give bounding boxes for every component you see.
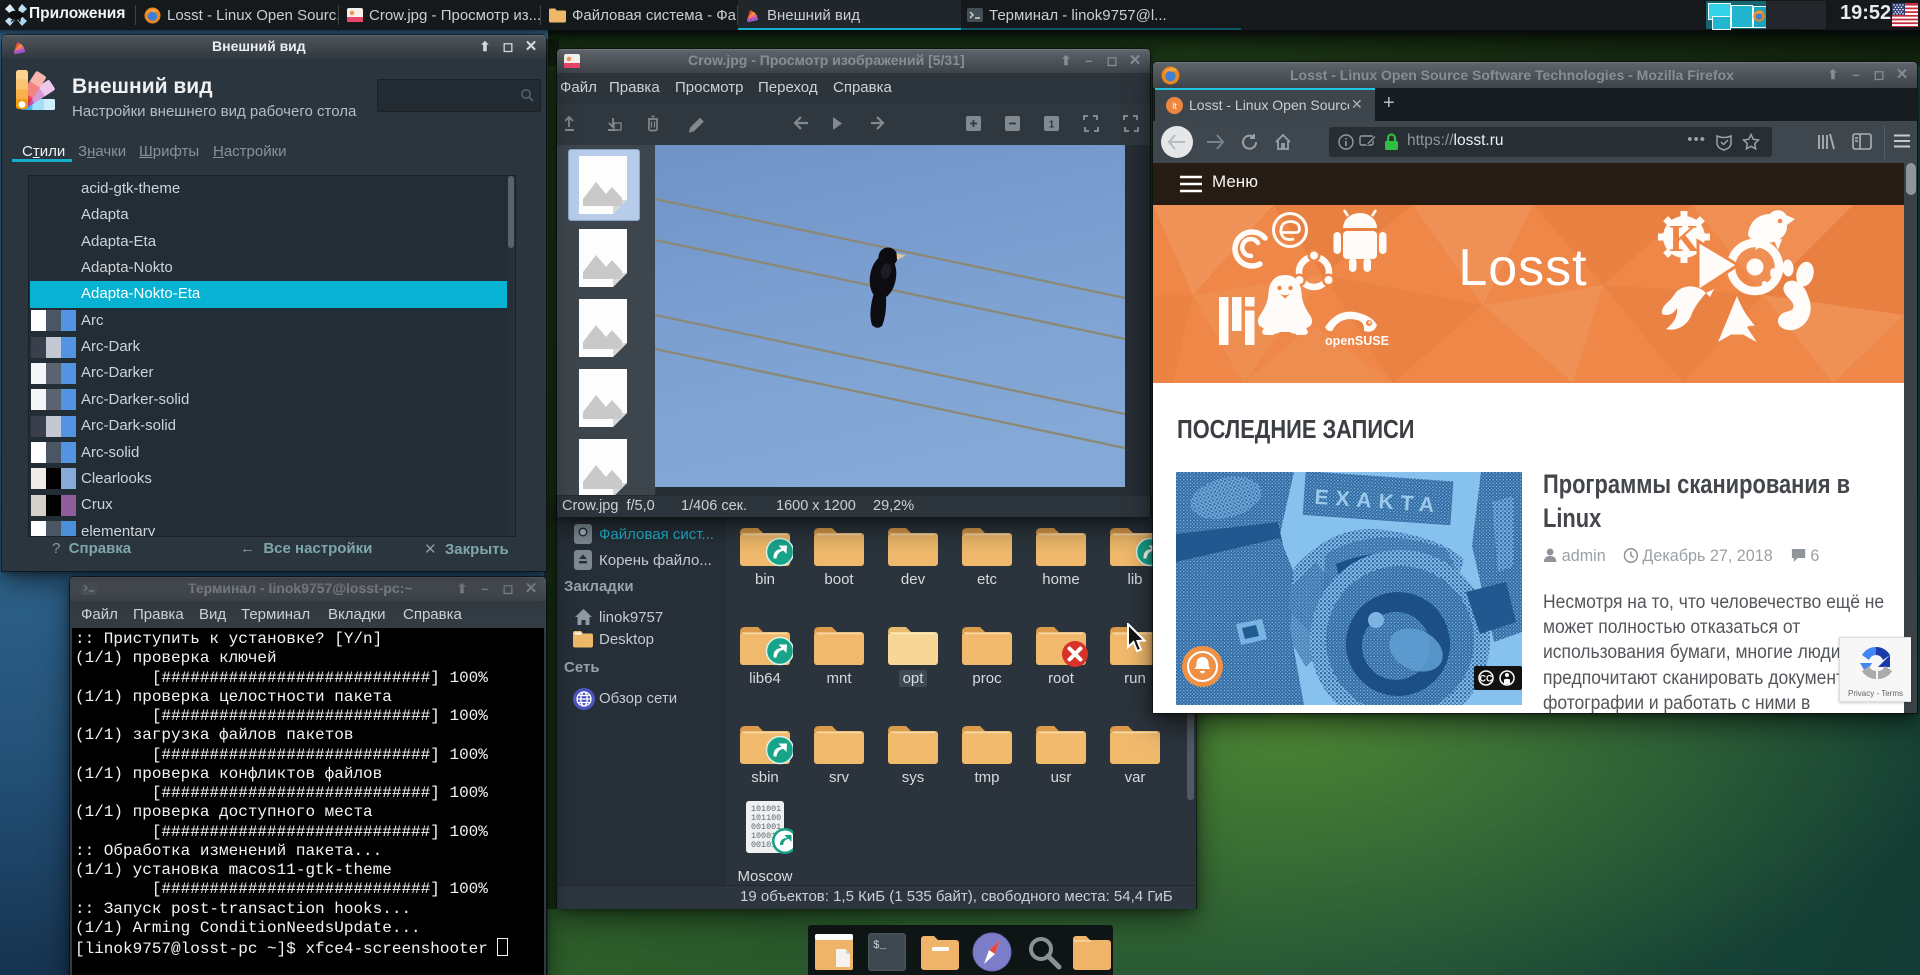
svg-text:K: K bbox=[1669, 218, 1699, 260]
svg-text:lt: lt bbox=[1172, 101, 1177, 111]
svg-text:Losst: Losst bbox=[1458, 239, 1587, 297]
svg-text:CC: CC bbox=[1480, 674, 1493, 684]
svg-text:$_: $_ bbox=[873, 940, 887, 952]
svg-text:1: 1 bbox=[1049, 120, 1055, 131]
svg-text:openSUSE: openSUSE bbox=[1325, 334, 1389, 348]
